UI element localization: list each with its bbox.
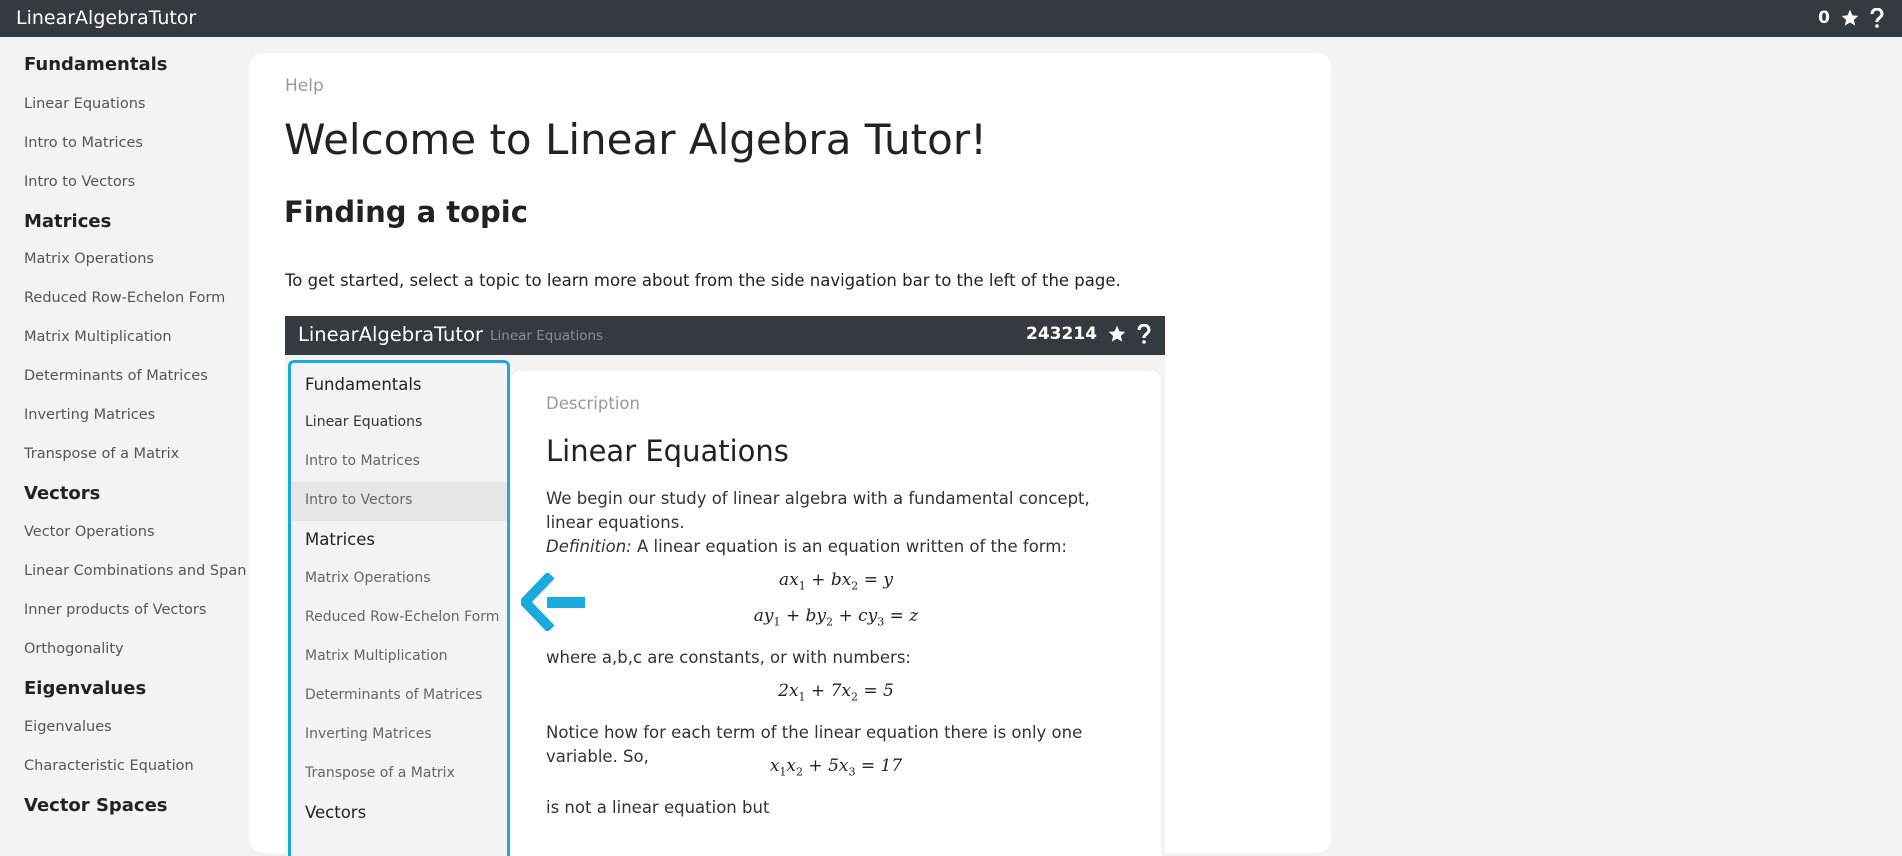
sidebar-item-matrix-multiplication[interactable]: Matrix Multiplication: [24, 329, 172, 345]
sidebar-item-vector-operations[interactable]: Vector Operations: [24, 524, 155, 540]
screenshot-paragraph-2: where a,b,c are constants, or with numbe…: [546, 648, 911, 667]
app-title[interactable]: LinearAlgebraTutor: [16, 7, 196, 29]
screenshot-item-inverting-matrices: Inverting Matrices: [305, 726, 432, 742]
screenshot-item-linear-equations: Linear Equations: [305, 414, 423, 430]
sidebar-item-linear-combinations[interactable]: Linear Combinations and Span: [24, 563, 246, 579]
equation-3: 2x1 + 7x2 = 5: [778, 681, 894, 704]
screenshot-definition: Definition: A linear equation is an equa…: [546, 535, 1126, 559]
screenshot-section-vectors: Vectors: [305, 803, 367, 822]
question-icon: [1137, 324, 1151, 344]
breadcrumb: Help: [285, 76, 324, 96]
screenshot-item-determinants: Determinants of Matrices: [305, 687, 483, 703]
top-navbar: LinearAlgebraTutor 0: [0, 0, 1902, 37]
star-icon: [1107, 324, 1127, 344]
sidebar-item-characteristic-equation[interactable]: Characteristic Equation: [24, 758, 194, 774]
screenshot-content-title: Linear Equations: [546, 434, 789, 468]
sidebar-item-intro-to-matrices[interactable]: Intro to Matrices: [24, 135, 143, 151]
equation-2: ay1 + by2 + cy3 = z: [753, 606, 919, 629]
definition-text: A linear equation is an equation written…: [631, 537, 1067, 556]
score-count: 0: [1818, 8, 1830, 28]
screenshot-navbar-right: 243214: [1026, 324, 1151, 344]
sidebar-section-fundamentals: Fundamentals: [24, 54, 168, 75]
sidebar-item-inverting-matrices[interactable]: Inverting Matrices: [24, 407, 155, 423]
screenshot-sidebar-highlight: Fundamentals Linear Equations Intro to M…: [288, 360, 510, 856]
sidebar-item-rref[interactable]: Reduced Row-Echelon Form: [24, 290, 225, 306]
side-navigation: Fundamentals Linear Equations Intro to M…: [0, 37, 248, 833]
left-arrow-icon: [518, 571, 587, 635]
screenshot-item-intro-to-matrices: Intro to Matrices: [305, 453, 420, 469]
screenshot-item-rref: Reduced Row-Echelon Form: [305, 609, 500, 625]
section-title: Finding a topic: [284, 195, 528, 229]
screenshot-navbar: LinearAlgebraTutor Linear Equations 2432…: [285, 316, 1165, 355]
sidebar-item-intro-to-vectors[interactable]: Intro to Vectors: [24, 174, 135, 190]
screenshot-section-matrices: Matrices: [305, 530, 376, 549]
screenshot-paragraph-1: We begin our study of linear algebra wit…: [546, 489, 1090, 532]
sidebar-section-vector-spaces: Vector Spaces: [24, 795, 168, 816]
sidebar-item-inner-products[interactable]: Inner products of Vectors: [24, 602, 206, 618]
screenshot-item-intro-to-vectors: Intro to Vectors: [305, 492, 413, 508]
sidebar-section-vectors: Vectors: [24, 483, 101, 504]
screenshot-content-card: Description Linear Equations We begin ou…: [511, 371, 1161, 856]
sidebar-section-eigenvalues: Eigenvalues: [24, 678, 147, 699]
definition-label: Definition:: [546, 537, 632, 556]
equation-1: ax1 + bx2 = y: [779, 570, 893, 593]
help-card: Help Welcome to Linear Algebra Tutor! Fi…: [249, 53, 1331, 856]
equation-4: x1x2 + 5x3 = 17: [769, 756, 903, 779]
sidebar-item-transpose[interactable]: Transpose of a Matrix: [24, 446, 179, 462]
navigation-screenshot: LinearAlgebraTutor Linear Equations 2432…: [285, 316, 1165, 856]
sidebar-section-matrices: Matrices: [24, 211, 112, 232]
screenshot-subtitle: Linear Equations: [490, 328, 604, 344]
screenshot-score: 243214: [1026, 324, 1097, 344]
screenshot-item-transpose: Transpose of a Matrix: [305, 765, 455, 781]
sidebar-item-matrix-operations[interactable]: Matrix Operations: [24, 251, 154, 267]
sidebar-item-eigenvalues[interactable]: Eigenvalues: [24, 719, 112, 735]
star-icon[interactable]: [1840, 8, 1860, 28]
sidebar-item-linear-equations[interactable]: Linear Equations: [24, 96, 145, 112]
screenshot-item-matrix-operations: Matrix Operations: [305, 570, 431, 586]
question-icon[interactable]: [1870, 8, 1884, 28]
sidebar-item-determinants[interactable]: Determinants of Matrices: [24, 368, 208, 384]
screenshot-brand: LinearAlgebraTutor: [298, 323, 483, 346]
screenshot-paragraph-4: is not a linear equation but: [546, 798, 770, 817]
intro-text: To get started, select a topic to learn …: [285, 271, 1121, 290]
screenshot-section-fundamentals: Fundamentals: [305, 375, 422, 394]
sidebar-item-orthogonality[interactable]: Orthogonality: [24, 641, 124, 657]
page-title: Welcome to Linear Algebra Tutor!: [284, 115, 987, 164]
screenshot-item-matrix-multiplication: Matrix Multiplication: [305, 648, 448, 664]
screenshot-description-label: Description: [546, 394, 640, 413]
navbar-right: 0: [1818, 8, 1884, 28]
